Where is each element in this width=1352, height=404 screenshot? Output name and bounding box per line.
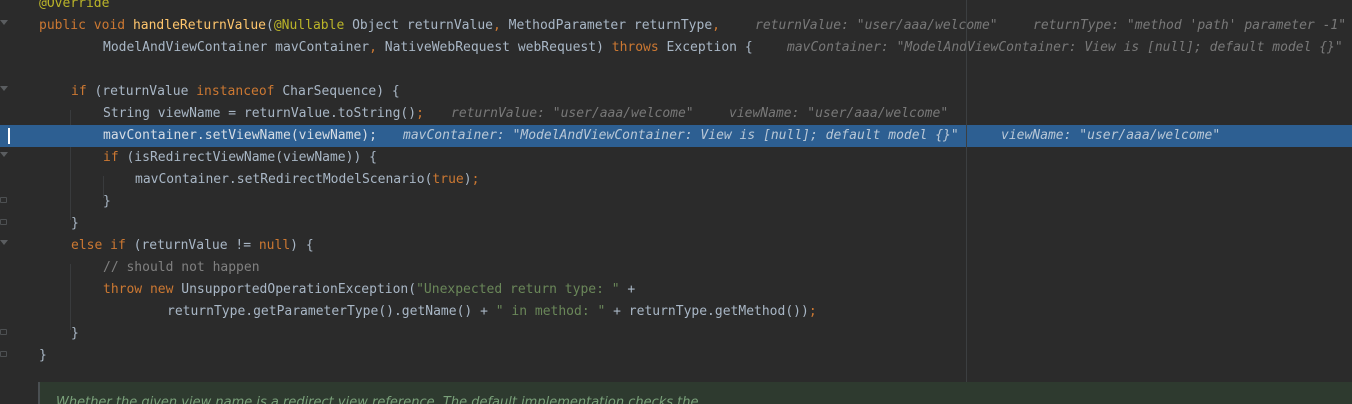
code-token: if (71, 84, 95, 99)
code-text[interactable]: if (isRedirectViewName(viewName)) { (103, 147, 377, 169)
code-token: returnType.getParameterType().getName() … (167, 304, 496, 319)
code-token: , (493, 18, 509, 33)
debug-inline-value[interactable]: mavContainer: "ModelAndViewContainer: Vi… (787, 37, 1343, 59)
code-editor[interactable]: @Override public void handleReturnValue(@… (0, 0, 1352, 404)
code-token: void (93, 18, 133, 33)
code-token: "Unexpected return type: " (416, 282, 620, 297)
doc-comment-block: Whether the given view name is a redirec… (38, 382, 1352, 404)
code-token: throw new (103, 282, 182, 297)
code-token: public (39, 18, 94, 33)
method-closing-brace-line[interactable]: } (0, 345, 1352, 367)
code-text[interactable]: mavContainer.setRedirectModelScenario(tr… (135, 169, 479, 191)
code-token: } (39, 348, 47, 363)
debug-inline-value[interactable]: returnType: "method 'path' parameter -1" (1033, 15, 1346, 37)
closing-brace-line[interactable]: } (0, 213, 1352, 235)
code-token: Exception { (666, 40, 753, 55)
closing-brace-line[interactable]: } (0, 191, 1352, 213)
if-instanceof-line[interactable]: if (returnValue instanceof CharSequence)… (0, 81, 1352, 103)
right-margin-guide (966, 0, 967, 404)
code-token: (isRedirectViewName(viewName)) { (126, 150, 377, 165)
code-token: + (619, 282, 636, 297)
code-token: , (369, 40, 385, 55)
code-token: ; (416, 106, 424, 121)
code-token: } (71, 326, 79, 341)
code-token: else if (71, 238, 134, 253)
code-text[interactable]: } (103, 191, 111, 213)
method-signature-line[interactable]: public void handleReturnValue(@Nullable … (0, 15, 1352, 37)
code-text[interactable]: ModelAndViewContainer mavContainer, Nati… (103, 37, 753, 59)
debug-inline-value[interactable]: viewName: "user/aaa/welcome" (729, 103, 948, 125)
code-token: (returnValue (94, 84, 197, 99)
code-token: ; (808, 304, 817, 319)
code-token: ; (471, 172, 480, 187)
code-token: if (103, 150, 127, 165)
code-token: throws (611, 40, 667, 55)
code-token: UnsupportedOperationException( (181, 282, 417, 297)
throw-continuation-line[interactable]: returnType.getParameterType().getName() … (0, 301, 1352, 323)
code-text[interactable]: } (39, 345, 47, 367)
code-token: ) (463, 172, 472, 187)
override-annotation-line[interactable]: @Override (0, 0, 1352, 15)
code-token: NativeWebRequest webRequest) (384, 40, 612, 55)
code-text[interactable]: throw new UnsupportedOperationException(… (103, 279, 635, 301)
code-token: " in method: " (495, 304, 606, 319)
comment-line[interactable]: // should not happen (0, 257, 1352, 279)
code-token: String viewName = returnValue.toString() (103, 106, 417, 121)
method-params-line[interactable]: ModelAndViewContainer mavContainer, Nati… (0, 37, 1352, 59)
text-caret (8, 128, 10, 144)
code-text[interactable]: if (returnValue instanceof CharSequence)… (71, 81, 400, 103)
code-text[interactable]: returnType.getParameterType().getName() … (167, 301, 817, 323)
code-token: mavContainer.setRedirectModelScenario( (135, 172, 433, 187)
code-token: (returnValue != (133, 238, 259, 253)
code-token: null (258, 238, 291, 253)
code-token: + returnType.getMethod()) (605, 304, 809, 319)
set-viewname-line[interactable]: mavContainer.setViewName(viewName); mavCo… (0, 125, 1352, 147)
code-token: } (103, 194, 111, 209)
code-token: true (432, 172, 464, 187)
throw-line[interactable]: throw new UnsupportedOperationException(… (0, 279, 1352, 301)
debug-inline-value[interactable]: returnValue: "user/aaa/welcome" (451, 103, 694, 125)
doc-comment-text: Whether the given view name is a redirec… (56, 395, 699, 404)
code-token: Object returnValue (344, 18, 493, 33)
code-text[interactable]: @Override (39, 0, 109, 15)
code-text[interactable]: else if (returnValue != null) { (71, 235, 314, 257)
code-token: CharSequence) { (282, 84, 400, 99)
blank-line[interactable] (0, 59, 1352, 81)
code-token: , (712, 18, 720, 33)
code-token: MethodParameter returnType (508, 18, 713, 33)
code-text[interactable]: public void handleReturnValue(@Nullable … (39, 15, 720, 37)
code-text[interactable]: String viewName = returnValue.toString()… (103, 103, 424, 125)
code-token: // should not happen (103, 260, 260, 275)
code-token: @Override (39, 0, 110, 11)
viewname-assign-line[interactable]: String viewName = returnValue.toString()… (0, 103, 1352, 125)
code-token: mavContainer.setViewName(viewName); (103, 128, 377, 143)
code-text[interactable]: } (71, 213, 79, 235)
code-token: } (71, 216, 79, 231)
code-token: ( (266, 18, 274, 33)
code-text[interactable]: } (71, 323, 79, 345)
debug-inline-value[interactable]: viewName: "user/aaa/welcome" (1001, 125, 1220, 147)
code-token: handleReturnValue (132, 18, 266, 33)
debug-inline-value[interactable]: mavContainer: "ModelAndViewContainer: Vi… (403, 125, 959, 147)
code-text[interactable]: mavContainer.setViewName(viewName); (103, 125, 377, 147)
code-text[interactable]: // should not happen (103, 257, 260, 279)
debug-inline-value[interactable]: returnValue: "user/aaa/welcome" (755, 15, 998, 37)
code-token: @Nullable (273, 18, 345, 33)
code-token: ModelAndViewContainer mavContainer (103, 40, 370, 55)
if-redirect-line[interactable]: if (isRedirectViewName(viewName)) { (0, 147, 1352, 169)
code-token: instanceof (196, 84, 283, 99)
closing-brace-line[interactable]: } (0, 323, 1352, 345)
code-token: ) { (290, 238, 314, 253)
else-if-line[interactable]: else if (returnValue != null) { (0, 235, 1352, 257)
set-redirect-scenario-line[interactable]: mavContainer.setRedirectModelScenario(tr… (0, 169, 1352, 191)
